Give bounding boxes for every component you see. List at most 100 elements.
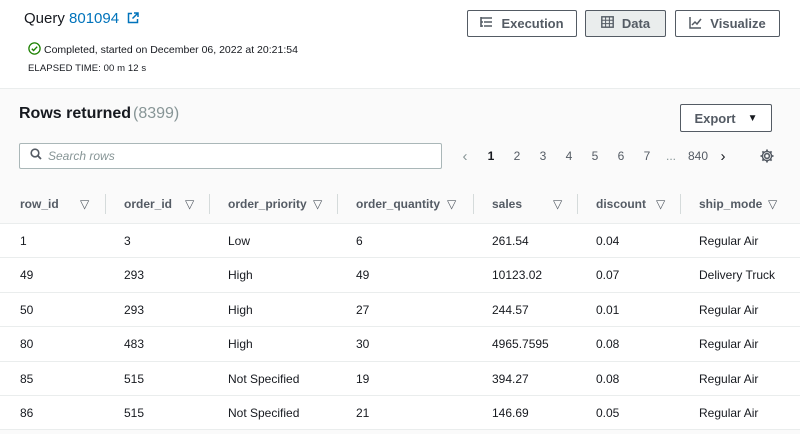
visualize-button-label: Visualize [710,16,766,31]
cell-discount: 0.05 [596,405,620,420]
cell-row-id: 49 [20,268,34,283]
cell-discount: 0.04 [596,234,620,248]
cell-discount: 0.01 [596,302,620,317]
sort-caret-icon[interactable]: ▽ [185,184,194,224]
visualize-button[interactable]: Visualize [675,10,780,37]
column-divider[interactable] [473,194,474,214]
column-label: order_id [124,197,173,211]
cell-ship-mode: Regular Air [699,371,759,386]
page-5[interactable]: 5 [582,149,608,163]
column-header-discount[interactable]: discount [596,184,646,224]
cell-ship-mode: Regular Air [699,405,759,420]
cell-order-quantity: 21 [356,405,370,420]
cell-order-quantity: 6 [356,234,363,248]
execution-list-icon [480,16,501,31]
export-button[interactable]: Export ▼ [680,104,772,132]
sort-caret-icon[interactable]: ▽ [768,184,777,224]
table-grid-icon [601,16,622,31]
page-2[interactable]: 2 [504,149,530,163]
pagination-ellipsis: ... [665,149,676,163]
cell-order-quantity: 49 [356,268,370,283]
column-header-order-priority[interactable]: order_priority [228,184,307,224]
search-icon [30,147,42,165]
query-title: Query 801094 [24,10,140,28]
data-button[interactable]: Data [585,10,666,37]
page-4[interactable]: 4 [556,149,582,163]
next-page-icon[interactable]: › [716,148,730,165]
query-id-link[interactable]: 801094 [69,10,119,27]
sort-caret-icon[interactable]: ▽ [447,184,456,224]
page-7[interactable]: 7 [634,149,660,163]
column-divider[interactable] [577,194,578,214]
cell-sales: 4965.7595 [492,337,549,352]
column-label: ship_mode [699,197,763,211]
cell-order-id: 515 [124,371,145,386]
column-label: order_quantity [356,197,441,211]
column-label: sales [492,197,523,211]
cell-order-id: 515 [124,405,145,420]
page-last[interactable]: 840 [684,149,712,163]
cell-row-id: 1 [20,234,27,248]
cell-sales: 146.69 [492,405,529,420]
elapsed-time: ELAPSED TIME: 00 m 12 s [28,63,147,74]
cell-order-priority: Not Specified [228,405,300,420]
column-header-row-id[interactable]: row_id [20,184,59,224]
column-header-order-quantity[interactable]: order_quantity [356,184,440,224]
page-1[interactable]: 1 [478,149,504,163]
cell-row-id: 50 [20,302,34,317]
query-header: Query 801094 Completed, started on Decem… [0,0,800,88]
query-status: Completed, started on December 06, 2022 … [28,42,298,58]
data-button-label: Data [621,16,651,31]
search-input[interactable] [48,149,428,163]
pagination: ‹ 1 2 3 4 5 6 7 ... 840 › [458,147,730,165]
cell-sales: 244.57 [492,302,529,317]
page-6[interactable]: 6 [608,149,634,163]
cell-order-id: 293 [124,268,145,283]
cell-order-quantity: 19 [356,371,370,386]
cell-order-quantity: 30 [356,337,370,352]
check-circle-icon [28,42,41,58]
cell-order-quantity: 27 [356,302,370,317]
sort-caret-icon[interactable]: ▽ [313,184,322,224]
column-label: row_id [20,197,59,211]
sort-caret-icon[interactable]: ▽ [553,184,562,224]
cell-order-priority: High [228,268,253,283]
table-header: row_id ▽ order_id ▽ order_priority ▽ ord… [0,184,800,224]
column-header-order-id[interactable]: order_id [124,184,172,224]
cell-order-priority: Not Specified [228,371,300,386]
page-3[interactable]: 3 [530,149,556,163]
cell-row-id: 86 [20,405,34,420]
rows-returned-count: (8399) [133,105,180,122]
cell-row-id: 85 [20,371,34,386]
execution-button[interactable]: Execution [467,10,577,37]
column-divider[interactable] [105,194,106,214]
sort-caret-icon[interactable]: ▽ [656,184,665,224]
table-row: 80 483 High 30 4965.7595 0.08 Regular Ai… [0,327,800,362]
cell-row-id: 80 [20,337,34,352]
external-link-icon[interactable] [127,11,140,28]
sort-caret-icon[interactable]: ▽ [80,184,89,224]
rows-returned-title: Rows returned [19,105,132,122]
caret-down-icon: ▼ [747,112,758,124]
column-divider[interactable] [680,194,681,214]
column-divider[interactable] [209,194,210,214]
column-header-ship-mode[interactable]: ship_mode [699,184,762,224]
table-row: 85 515 Not Specified 19 394.27 0.08 Regu… [0,361,800,396]
column-header-sales[interactable]: sales [492,184,522,224]
cell-ship-mode: Delivery Truck [699,268,776,283]
previous-page-icon[interactable]: ‹ [458,148,472,165]
query-label: Query [24,10,65,27]
column-divider[interactable] [337,194,338,214]
cell-sales: 394.27 [492,371,529,386]
column-label: order_priority [228,197,307,211]
status-text: Completed, started on December 06, 2022 … [44,44,298,56]
search-rows-field[interactable] [19,143,442,169]
cell-discount: 0.08 [596,337,620,352]
cell-order-priority: High [228,302,253,317]
cell-ship-mode: Regular Air [699,337,759,352]
gear-icon[interactable] [759,148,775,169]
column-label: discount [596,197,646,211]
cell-order-id: 483 [124,337,145,352]
table-row: 1 3 Low 6 261.54 0.04 Regular Air [0,224,800,259]
table-row: 49 293 High 49 10123.02 0.07 Delivery Tr… [0,258,800,293]
